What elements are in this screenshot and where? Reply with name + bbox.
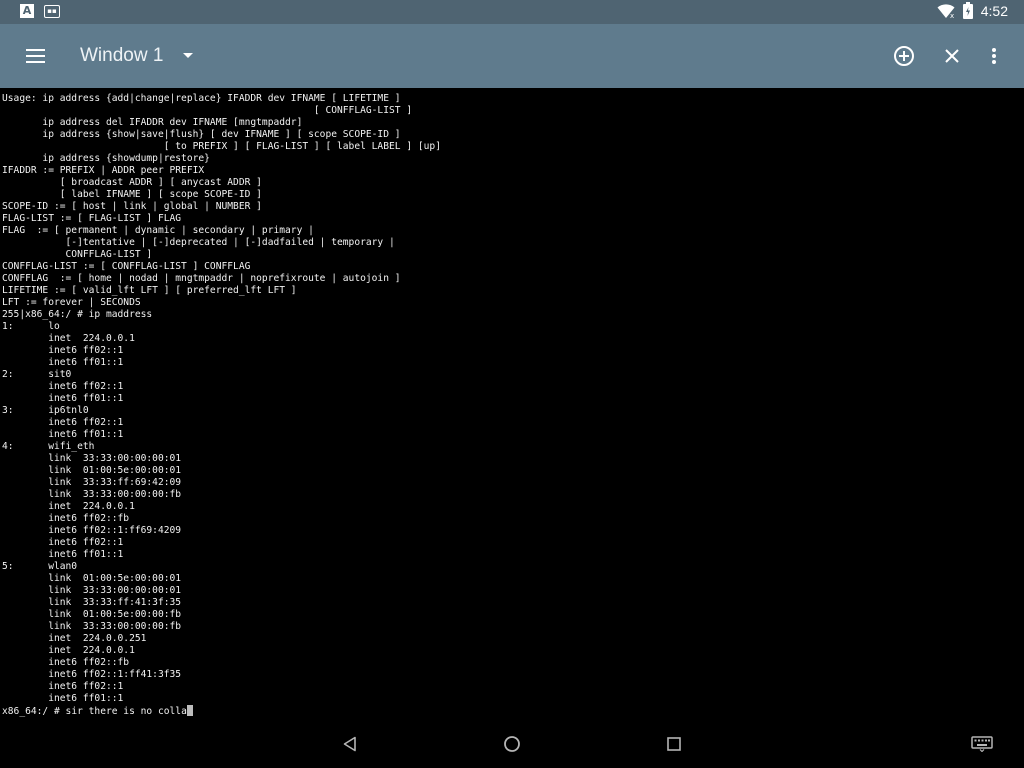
terminal-prompt: x86_64:/ # — [2, 706, 66, 717]
terminal-line: link 01:00:5e:00:00:fb — [2, 609, 182, 620]
terminal-line: IFADDR := PREFIX | ADDR peer PREFIX — [2, 165, 205, 176]
home-icon — [504, 736, 520, 752]
terminal-line: inet6 ff02::fb — [2, 657, 130, 668]
terminal-line: LIFETIME := [ valid_lft LFT ] [ preferre… — [2, 285, 297, 296]
clock: 4:52 — [980, 2, 1008, 19]
terminal-line: inet6 ff01::1 — [2, 357, 124, 368]
terminal-line: inet6 ff02::1 — [2, 417, 124, 428]
add-window-icon — [894, 46, 914, 66]
window-selector[interactable]: Window 1 — [80, 24, 194, 88]
menu-button[interactable] — [18, 38, 54, 74]
back-button[interactable] — [336, 730, 364, 758]
terminal-line: LFT := forever | SECONDS — [2, 297, 141, 308]
terminal-line: ip address {show|save|flush} [ dev IFNAM… — [2, 129, 401, 140]
terminal-history: Usage: ip address {add|change|replace} I… — [2, 93, 441, 704]
terminal-line: [ to PREFIX ] [ FLAG-LIST ] [ label LABE… — [2, 141, 441, 152]
terminal-line: inet6 ff02::1:ff69:4209 — [2, 525, 182, 536]
navigation-bar — [0, 720, 1024, 768]
terminal-line: 1: lo — [2, 321, 60, 332]
terminal-line: link 33:33:00:00:00:fb — [2, 621, 182, 632]
sim-notification-icon: ▪▪ — [44, 5, 60, 18]
terminal-line: link 33:33:00:00:00:01 — [2, 453, 182, 464]
terminal-line: inet 224.0.0.251 — [2, 633, 147, 644]
terminal-line: inet6 ff02::1 — [2, 681, 124, 692]
terminal-line: inet6 ff01::1 — [2, 549, 124, 560]
wifi-icon: x — [937, 3, 955, 19]
terminal-line: link 33:33:00:00:00:fb — [2, 489, 182, 500]
terminal-line: inet6 ff01::1 — [2, 393, 124, 404]
terminal-line: inet6 ff02::fb — [2, 513, 130, 524]
terminal-line: link 33:33:ff:69:42:09 — [2, 477, 182, 488]
home-button[interactable] — [498, 730, 526, 758]
terminal-line: [ CONFFLAG-LIST ] — [2, 105, 413, 116]
terminal-line: link 01:00:5e:00:00:01 — [2, 573, 182, 584]
terminal-line: 4: wifi_eth — [2, 441, 95, 452]
terminal-line: 5: wlan0 — [2, 561, 78, 572]
terminal-line: ip address {showdump|restore} — [2, 153, 210, 164]
terminal-line: FLAG-LIST := [ FLAG-LIST ] FLAG — [2, 213, 182, 224]
terminal-line: 3: ip6tnl0 — [2, 405, 89, 416]
text-cursor — [186, 705, 193, 716]
close-window-icon — [945, 49, 959, 63]
terminal-line: FLAG := [ permanent | dynamic | secondar… — [2, 225, 314, 236]
notification-icons: A ▪▪ — [20, 4, 60, 18]
terminal-output: Usage: ip address {add|change|replace} I… — [0, 88, 1024, 718]
recents-icon — [667, 737, 681, 751]
system-status: x 4:52 — [937, 2, 1008, 19]
terminal-line: link 33:33:00:00:00:01 — [2, 585, 182, 596]
window-title: Window 1 — [80, 45, 164, 66]
terminal-line: inet6 ff02::1 — [2, 345, 124, 356]
terminal-line: inet 224.0.0.1 — [2, 333, 135, 344]
add-window-button[interactable] — [886, 38, 922, 74]
terminal-line: CONFFLAG-LIST ] — [2, 249, 153, 260]
terminal-line: inet6 ff01::1 — [2, 429, 124, 440]
app-toolbar: Window 1 — [0, 24, 1024, 88]
terminal-line: Usage: ip address {add|change|replace} I… — [2, 93, 401, 104]
terminal-line: link 01:00:5e:00:00:01 — [2, 465, 182, 476]
a-notification-icon: A — [20, 4, 34, 18]
terminal-line: [ broadcast ADDR ] [ anycast ADDR ] — [2, 177, 262, 188]
terminal-input[interactable]: sir there is no colla — [66, 706, 187, 717]
dropdown-caret-icon — [183, 53, 194, 58]
status-bar: A ▪▪ x 4:52 — [0, 0, 1024, 24]
terminal-line: inet 224.0.0.1 — [2, 501, 135, 512]
terminal-line: inet6 ff01::1 — [2, 693, 124, 704]
terminal-line: 2: sit0 — [2, 369, 72, 380]
back-icon — [343, 736, 356, 752]
terminal-line: inet6 ff02::1 — [2, 537, 124, 548]
recents-button[interactable] — [660, 730, 688, 758]
terminal-line: inet6 ff02::1 — [2, 381, 124, 392]
terminal-line: SCOPE-ID := [ host | link | global | NUM… — [2, 201, 262, 212]
terminal-line: 255|x86_64:/ # ip maddress — [2, 309, 153, 320]
terminal-line: CONFFLAG := [ home | nodad | mngtmpaddr … — [2, 273, 401, 284]
terminal-line: [-]tentative | [-]deprecated | [-]dadfai… — [2, 237, 395, 248]
terminal-line: link 33:33:ff:41:3f:35 — [2, 597, 182, 608]
overflow-menu-button[interactable] — [976, 38, 1012, 74]
close-window-button[interactable] — [934, 38, 970, 74]
terminal-line: ip address del IFADDR dev IFNAME [mngtmp… — [2, 117, 303, 128]
terminal-view[interactable]: Usage: ip address {add|change|replace} I… — [0, 88, 1024, 720]
terminal-line: inet 224.0.0.1 — [2, 645, 135, 656]
battery-icon — [962, 2, 973, 19]
keyboard-button[interactable] — [968, 730, 996, 758]
overflow-menu-icon — [992, 48, 996, 64]
terminal-line: inet6 ff02::1:ff41:3f35 — [2, 669, 182, 680]
terminal-line: [ label IFNAME ] [ scope SCOPE-ID ] — [2, 189, 262, 200]
terminal-line: CONFFLAG-LIST := [ CONFFLAG-LIST ] CONFF… — [2, 261, 251, 272]
svg-text:x: x — [950, 12, 954, 19]
keyboard-icon — [971, 736, 993, 752]
menu-icon — [26, 49, 45, 63]
